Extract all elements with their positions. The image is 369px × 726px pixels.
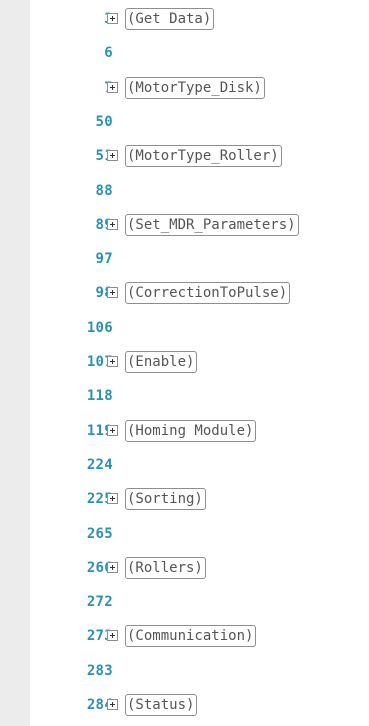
- code-line: 272: [30, 589, 369, 615]
- line-number: 3: [53, 6, 113, 32]
- expand-plus-box-icon[interactable]: [107, 493, 118, 505]
- line-number: 88: [95, 182, 113, 199]
- collapsed-region-line: 225 (Sorting): [30, 486, 369, 512]
- line-number: 98: [95, 285, 113, 302]
- line-number: 89: [95, 216, 113, 233]
- collapsed-region-line: 3 (Get Data): [30, 6, 369, 32]
- code-line: 106: [30, 315, 369, 341]
- expand-plus-box-icon[interactable]: [107, 356, 118, 367]
- line-number: 272: [86, 594, 113, 611]
- line-number: 273: [86, 628, 113, 645]
- code-line: 224: [30, 452, 369, 478]
- line-number: 51: [95, 148, 113, 165]
- expand-plus-box-icon[interactable]: [107, 287, 118, 299]
- code-editor: 3 (Get Data) 6 7 (MotorType_Disk) 50 51 (MotorT…: [0, 0, 369, 726]
- expand-plus-box-icon[interactable]: [107, 699, 118, 710]
- collapsed-region-label[interactable]: (MotorType_Roller): [125, 145, 282, 168]
- line-number: 266: [86, 559, 113, 576]
- expand-plus-box-icon[interactable]: [107, 150, 118, 162]
- line-number: 119: [86, 422, 113, 439]
- collapsed-region-label[interactable]: (Rollers): [125, 556, 206, 579]
- collapsed-region-line: 119 (Homing Module): [30, 418, 369, 444]
- collapsed-region-label[interactable]: (Set_MDR_Parameters): [125, 213, 299, 236]
- collapsed-region-line: 107 (Enable): [30, 349, 369, 375]
- line-number: 50: [95, 113, 113, 130]
- collapsed-region-line: 284 (Status): [30, 692, 369, 718]
- line-number: 265: [86, 525, 113, 542]
- collapsed-region-label[interactable]: (Get Data): [125, 8, 215, 30]
- collapsed-region-line: 266 (Rollers): [30, 555, 369, 581]
- expand-plus-box-icon[interactable]: [107, 218, 118, 230]
- collapsed-region-label[interactable]: (Status): [125, 694, 198, 716]
- expand-plus-box-icon[interactable]: [107, 561, 118, 573]
- collapsed-region-line: 7 (MotorType_Disk): [30, 75, 369, 101]
- code-line: 118: [30, 383, 369, 409]
- collapsed-region-label[interactable]: (Sorting): [125, 488, 206, 511]
- line-number: 7: [53, 75, 113, 101]
- expand-plus-box-icon[interactable]: [107, 630, 118, 642]
- collapsed-region-label[interactable]: (MotorType_Disk): [125, 76, 265, 99]
- collapsed-region-line: 51 (MotorType_Roller): [30, 143, 369, 169]
- line-number: 283: [86, 662, 113, 679]
- collapsed-region-line: 89 (Set_MDR_Parameters): [30, 212, 369, 238]
- code-line: 88: [30, 178, 369, 204]
- collapsed-region-label[interactable]: (Enable): [125, 351, 198, 373]
- collapsed-region-line: 273 (Communication): [30, 623, 369, 649]
- line-number: 284: [86, 697, 113, 713]
- expand-plus-box-icon[interactable]: [107, 424, 118, 436]
- expand-plus-box-icon[interactable]: [107, 81, 118, 93]
- expand-plus-box-icon[interactable]: [107, 13, 118, 24]
- line-number: 225: [86, 491, 113, 508]
- line-number: 107: [86, 354, 113, 370]
- collapsed-region-label[interactable]: (CorrectionToPulse): [125, 282, 291, 305]
- line-number: 224: [86, 456, 113, 473]
- code-line: 265: [30, 521, 369, 547]
- code-line: 97: [30, 246, 369, 272]
- code-line: 6: [30, 40, 369, 66]
- line-number: 6: [104, 45, 113, 62]
- code-line: 283: [30, 658, 369, 684]
- collapsed-region-label[interactable]: (Homing Module): [125, 419, 257, 442]
- line-number: 106: [86, 319, 113, 336]
- line-number: 97: [95, 251, 113, 268]
- line-number: 118: [86, 388, 113, 405]
- collapsed-region-line: 98 (CorrectionToPulse): [30, 280, 369, 306]
- collapsed-region-label[interactable]: (Communication): [125, 625, 257, 648]
- code-line: 50: [30, 109, 369, 135]
- left-margin-strip: [0, 0, 30, 726]
